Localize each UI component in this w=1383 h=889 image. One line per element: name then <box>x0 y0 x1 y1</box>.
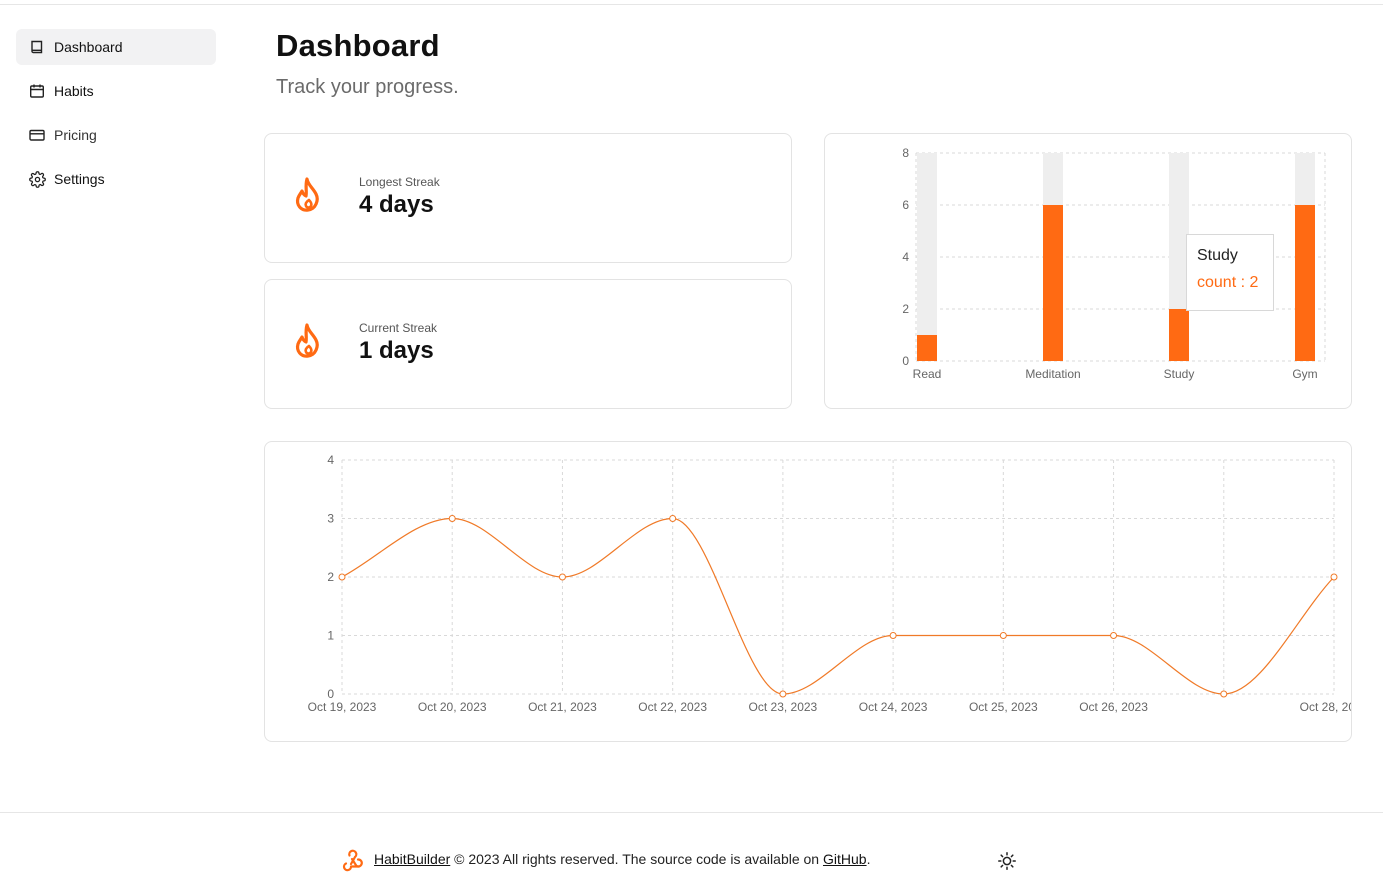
y-tick-label: 3 <box>327 512 334 526</box>
x-tick-label: Meditation <box>1025 367 1080 381</box>
sidebar-item-settings[interactable]: Settings <box>16 161 216 197</box>
footer-divider <box>0 812 1383 813</box>
y-tick-label: 4 <box>327 453 334 467</box>
bar <box>1295 205 1315 361</box>
flame-icon <box>295 177 319 212</box>
sidebar-item-label: Pricing <box>54 127 97 143</box>
current-streak-card: Current Streak 1 days <box>264 279 792 409</box>
sidebar-item-dashboard[interactable]: Dashboard <box>16 29 216 65</box>
top-divider <box>0 4 1383 5</box>
data-point <box>558 573 566 581</box>
y-tick-label: 4 <box>902 250 909 264</box>
x-tick-label: Oct 19, 2023 <box>308 700 377 714</box>
y-tick-label: 1 <box>327 629 334 643</box>
data-point <box>1110 632 1118 639</box>
data-point <box>338 573 346 581</box>
daily-progress-line-chart-card: 0 1 2 3 4 Oct 19, 2023 Oct 20, 2023 Oct 21, 202… <box>264 441 1369 742</box>
book-icon <box>28 38 46 56</box>
data-point <box>779 690 787 698</box>
y-tick-label: 2 <box>902 302 909 316</box>
footer-period: . <box>866 851 871 867</box>
data-point <box>448 515 456 522</box>
footer-text: © 2023 All rights reserved. The source c… <box>450 851 823 867</box>
x-tick-label: Oct 24, 2023 <box>859 700 928 714</box>
data-point <box>999 632 1007 639</box>
bar <box>1043 205 1063 361</box>
x-tick-label: Oct 26, 2023 <box>1079 700 1148 714</box>
calendar-icon <box>28 82 46 100</box>
bar <box>1169 309 1189 361</box>
longest-streak-card: Longest Streak 4 days <box>264 133 792 263</box>
y-tick-label: 2 <box>327 570 334 584</box>
bar-background <box>917 153 937 361</box>
line-chart[interactable]: 0 1 2 3 4 Oct 19, 2023 Oct 20, 2023 Oct 21, 202… <box>265 442 1369 741</box>
stat-value: 1 days <box>359 337 434 364</box>
sidebar-item-label: Settings <box>54 171 105 187</box>
x-tick-label: Study <box>1164 367 1195 381</box>
sidebar-item-label: Habits <box>54 83 94 99</box>
y-tick-label: 6 <box>902 198 909 212</box>
sidebar-item-label: Dashboard <box>54 39 123 55</box>
sun-icon[interactable] <box>997 851 1017 871</box>
sidebar-item-pricing[interactable]: Pricing <box>16 117 216 153</box>
y-tick-label: 0 <box>902 354 909 368</box>
series-line <box>341 517 1335 695</box>
x-tick-label: Oct 23, 2023 <box>749 700 818 714</box>
tooltip-value: count : 2 <box>1197 274 1259 291</box>
data-point <box>889 632 897 639</box>
chart-tooltip: Study count : 2 <box>1186 234 1274 311</box>
data-point <box>1220 690 1228 698</box>
x-tick-label: Oct 21, 2023 <box>528 700 597 714</box>
stat-value: 4 days <box>359 191 434 218</box>
bar <box>917 335 937 361</box>
y-tick-label: 8 <box>902 146 909 160</box>
habit-count-bar-chart-card: 0 2 4 6 8 Read Meditation Study Gym Study count … <box>824 133 1352 409</box>
x-tick-label: Gym <box>1292 367 1317 381</box>
sidebar-item-habits[interactable]: Habits <box>16 73 216 109</box>
x-tick-label: Oct 28, 2023 <box>1300 700 1351 714</box>
sidebar: Dashboard Habits Pricing Settings <box>16 29 216 205</box>
x-tick-label: Oct 22, 2023 <box>638 700 707 714</box>
x-tick-label: Read <box>913 367 942 381</box>
brand-link[interactable]: HabitBuilder <box>374 851 450 867</box>
gear-icon <box>28 170 46 188</box>
stat-label: Longest Streak <box>359 175 440 189</box>
page-title: Dashboard <box>276 28 440 63</box>
github-link[interactable]: GitHub <box>823 851 867 867</box>
habitbuilder-logo-icon <box>342 849 363 872</box>
credit-card-icon <box>28 126 46 144</box>
stat-label: Current Streak <box>359 321 438 335</box>
footer: HabitBuilder © 2023 All rights reserved.… <box>340 846 870 872</box>
data-point <box>1330 573 1338 581</box>
x-tick-label: Oct 20, 2023 <box>418 700 487 714</box>
y-tick-label: 0 <box>327 687 334 701</box>
flame-icon <box>295 323 319 358</box>
data-point <box>669 515 677 522</box>
tooltip-title: Study <box>1197 247 1238 264</box>
x-tick-label: Oct 25, 2023 <box>969 700 1038 714</box>
page-subtitle: Track your progress. <box>276 76 459 98</box>
